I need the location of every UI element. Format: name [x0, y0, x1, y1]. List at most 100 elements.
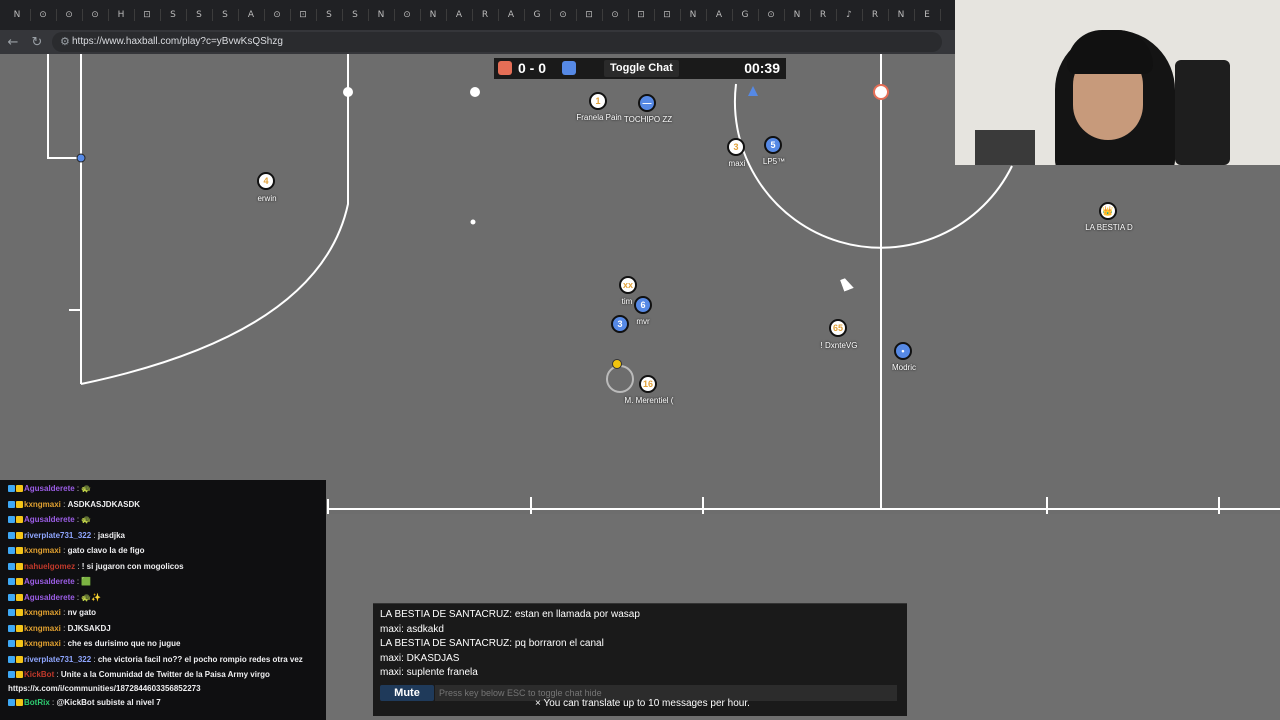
tab-separator [108, 9, 109, 21]
browser-tab[interactable]: S [164, 6, 182, 24]
tab-separator [680, 9, 681, 21]
browser-tab[interactable]: ⊙ [268, 6, 286, 24]
tab-separator [56, 9, 57, 21]
browser-tab[interactable]: S [346, 6, 364, 24]
tab-separator [810, 9, 811, 21]
tab-separator [238, 9, 239, 21]
chat-message: gato clavo la de figo [67, 546, 145, 555]
browser-tab[interactable]: N [8, 6, 26, 24]
chat-separator: : [91, 654, 98, 664]
browser-tab[interactable]: ⊡ [294, 6, 312, 24]
chat-username: Agusalderete [24, 515, 75, 524]
chat-separator: : [60, 639, 68, 648]
browser-tab[interactable]: A [450, 6, 468, 24]
browser-tab[interactable]: G [736, 6, 754, 24]
translate-notice: × You can translate up to 10 messages pe… [535, 698, 750, 709]
site-info-icon[interactable]: ⚙ [60, 35, 70, 48]
tab-separator [394, 9, 395, 21]
browser-tab[interactable]: E [918, 6, 936, 24]
player-disc: 6 [634, 296, 652, 314]
browser-tab[interactable]: N [684, 6, 702, 24]
browser-tab[interactable]: N [372, 6, 390, 24]
browser-tab[interactable]: G [528, 6, 546, 24]
chat-username: riverplate731_322 [24, 530, 92, 540]
chat-message: ASDKASJDKASDK [67, 499, 141, 509]
browser-tab[interactable]: ⊡ [658, 6, 676, 24]
badge-icon [8, 699, 15, 707]
monitor-icon [975, 130, 1035, 165]
kick-indicator [606, 365, 634, 393]
tab-separator [368, 9, 369, 21]
browser-tab[interactable]: N [788, 6, 806, 24]
browser-tab[interactable]: ⊡ [580, 6, 598, 24]
tab-separator [940, 9, 941, 21]
browser-tab[interactable]: ⊙ [554, 6, 572, 24]
mute-button[interactable]: Mute [380, 685, 434, 701]
browser-tab[interactable]: ⊙ [86, 6, 104, 24]
chat-separator: : [60, 608, 68, 617]
stream-chat-line: Agusalderete : 🐢✨ [8, 591, 101, 605]
game-chat-message: LA BESTIA DE SANTACRUZ: estan en llamada… [380, 609, 640, 620]
tab-separator [420, 9, 421, 21]
browser-tab[interactable]: R [476, 6, 494, 24]
badge-icon [8, 516, 15, 524]
tab-separator [134, 9, 135, 21]
toggle-chat-button[interactable]: Toggle Chat [604, 60, 679, 77]
browser-tab[interactable]: ⊙ [60, 6, 78, 24]
badge-icon [16, 624, 23, 632]
browser-tab[interactable]: ♪ [840, 6, 858, 24]
browser-tab[interactable]: H [112, 6, 130, 24]
player-disc: 👑 [1099, 202, 1117, 220]
badge-icon [16, 531, 23, 539]
player-name: LP5™ [762, 157, 786, 166]
browser-tab[interactable]: ⊡ [138, 6, 156, 24]
chat-username: kxngmaxi [24, 623, 61, 633]
game-chat-message: maxi: suplente franela [380, 667, 478, 678]
stream-chat-line: KickBot : Unite a la Comunidad de Twitte… [8, 668, 308, 696]
chat-separator: : [54, 670, 61, 679]
chat-username: kxngmaxi [24, 608, 61, 617]
player-disc: 3 [727, 138, 745, 156]
browser-tab[interactable]: R [814, 6, 832, 24]
player-disc: • [894, 342, 912, 360]
tab-separator [316, 9, 317, 21]
browser-tab[interactable]: N [892, 6, 910, 24]
browser-tab[interactable]: ⊙ [606, 6, 624, 24]
reload-icon[interactable]: ↻ [28, 33, 46, 51]
chat-message: jasdjka [97, 530, 125, 540]
browser-tab[interactable]: A [502, 6, 520, 24]
browser-tab[interactable]: ⊙ [34, 6, 52, 24]
stream-chat-line: kxngmaxi : ASDKASJDKASDK [8, 498, 140, 512]
stream-chat-line: kxngmaxi : che es durisimo que no jugue [8, 637, 180, 651]
chat-username: nahuelgomez [24, 561, 76, 571]
chat-username: Agusalderete [24, 592, 75, 602]
browser-tab[interactable]: S [320, 6, 338, 24]
tab-separator [498, 9, 499, 21]
browser-tab[interactable]: N [424, 6, 442, 24]
tab-separator [30, 9, 31, 21]
stream-chat-line: kxngmaxi : nv gato [8, 606, 96, 620]
game-chat-message: maxi: DKASDJAS [380, 652, 460, 664]
stream-chat-line: Agusalderete : 🟩 [8, 575, 91, 589]
chat-message: ! si jugaron con mogolicos [81, 561, 184, 571]
chat-username: kxngmaxi [24, 499, 61, 509]
player-disc: 16 [639, 375, 657, 393]
browser-tab[interactable]: A [242, 6, 260, 24]
stream-chat-line: nahuelgomez : ! si jugaron con mogolicos [8, 560, 184, 574]
stream-chat-line: riverplate731_322 : che victoria facil n… [8, 653, 303, 667]
chat-username: kxngmaxi [24, 546, 61, 555]
back-icon[interactable]: ← [4, 33, 22, 51]
browser-tab[interactable]: S [216, 6, 234, 24]
player-name: Modric [891, 363, 917, 372]
url-field[interactable]: ⚙ https://www.haxball.com/play?c=yBvwKsQ… [52, 32, 942, 52]
badge-icon [16, 640, 23, 648]
browser-tab[interactable]: ⊡ [632, 6, 650, 24]
browser-tab[interactable]: ⊙ [762, 6, 780, 24]
browser-tab[interactable]: S [190, 6, 208, 24]
badge-icon [16, 485, 23, 493]
browser-tab[interactable]: A [710, 6, 728, 24]
chat-message: 🐢 [81, 484, 92, 493]
tab-separator [576, 9, 577, 21]
browser-tab[interactable]: R [866, 6, 884, 24]
browser-tab[interactable]: ⊙ [398, 6, 416, 24]
